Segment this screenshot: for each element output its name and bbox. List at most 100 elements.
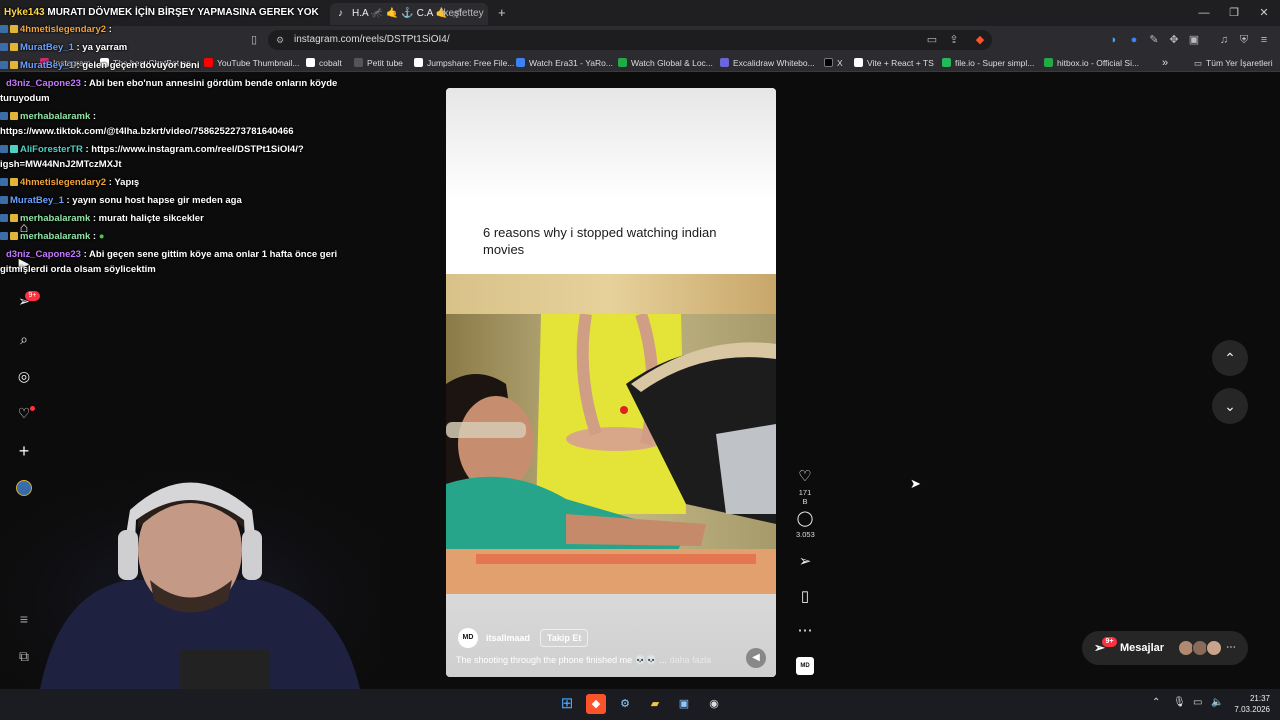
bookmark-item[interactable]: Petit tube: [354, 56, 403, 70]
close-window-button[interactable]: ✕: [1248, 0, 1280, 26]
brave-shields-icon[interactable]: ◆: [972, 32, 988, 48]
clock-date: 7.03.2026: [1234, 705, 1270, 714]
extensions-puzzle-icon[interactable]: ✥: [1166, 32, 1182, 48]
chat-message-cont: turuyodum: [0, 92, 337, 105]
brave-browser-icon[interactable]: ◆: [586, 694, 606, 714]
avatar: [1206, 640, 1222, 656]
previous-reel-button[interactable]: ⌃: [1212, 340, 1248, 376]
chat-text: : Yapış: [108, 177, 140, 188]
extension-vpn-icon[interactable]: ●: [1126, 32, 1142, 48]
extension-pen-icon[interactable]: ✎: [1146, 32, 1162, 48]
new-tab-button[interactable]: +: [498, 5, 506, 20]
clock[interactable]: 21:37 7.03.2026: [1226, 693, 1270, 715]
share-action[interactable]: ➢: [796, 553, 814, 571]
chat-badge-icon: [10, 43, 18, 51]
bookmark-label: X: [837, 58, 843, 68]
bookmark-label: Excalidraw Whitebo...: [733, 58, 815, 68]
chat-text: :: [108, 24, 112, 35]
chat-badge-icon: [0, 196, 8, 204]
media-icon[interactable]: ♫: [1216, 32, 1232, 48]
follow-button[interactable]: Takip Et: [540, 629, 589, 647]
reel-blur-strip: [446, 274, 776, 314]
messages-badge: 9+: [1102, 637, 1117, 647]
more-link[interactable]: daha fazla: [670, 655, 712, 665]
display-icon[interactable]: ▭: [1193, 697, 1202, 708]
comment-action[interactable]: ◯ 3.053: [796, 510, 815, 539]
maximize-button[interactable]: ❐: [1218, 0, 1250, 26]
bookmark-item[interactable]: Vite + React + TS: [854, 56, 934, 70]
comment-count: 3.053: [796, 530, 815, 539]
app-icon[interactable]: ▣: [674, 694, 694, 714]
bookmark-item[interactable]: Watch Global & Loc...: [618, 56, 713, 70]
comment-icon[interactable]: ◯: [796, 510, 814, 528]
minimize-button[interactable]: —: [1188, 0, 1220, 26]
tab-second[interactable]: #keşfettey: [430, 3, 490, 25]
sidebar-toggle-icon[interactable]: ▣: [1186, 32, 1202, 48]
chat-message: merhabalaramk : ●: [0, 230, 337, 243]
bookmark-label: Jumpshare: Free File...: [427, 58, 515, 68]
messages-button[interactable]: ➢ 9+ Mesajlar ⋯: [1082, 631, 1248, 665]
url-field[interactable]: ⚙ instagram.com/reels/DSTPt1SiOI4/: [268, 30, 992, 50]
like-heart-icon[interactable]: ♡: [796, 468, 814, 486]
chat-message-cont: gitmişlerdi orda olsam söylicektim: [0, 263, 337, 276]
webcam-overlay: [0, 470, 380, 689]
tab-label: #keşfettey: [438, 8, 484, 19]
bookmark-label: Petit tube: [367, 58, 403, 68]
save-action[interactable]: ▯: [796, 588, 814, 606]
volume-tray-icon[interactable]: 🔈: [1211, 697, 1223, 708]
bookmark-item[interactable]: X: [824, 56, 843, 70]
bookmark-item[interactable]: hitbox.io - Official Si...: [1044, 56, 1139, 70]
tiktok-icon: ♪: [338, 8, 343, 19]
movie-scene-image: [446, 314, 776, 594]
bookmarks-more-button[interactable]: »: [1162, 56, 1168, 70]
more-options[interactable]: ⋯: [796, 622, 814, 640]
bookmark-item[interactable]: file.io - Super simpl...: [942, 56, 1034, 70]
chat-text: : ya yarram: [76, 42, 128, 53]
cast-icon[interactable]: ▭: [924, 32, 940, 48]
create-icon[interactable]: +: [15, 442, 33, 460]
chat-username: d3niz_Capone23: [6, 78, 81, 89]
steam-icon[interactable]: ⚙: [615, 694, 635, 714]
chat-message-cont: https://www.tiktok.com/@t4lha.bzkrt/vide…: [0, 125, 337, 138]
file-explorer-icon[interactable]: ▰: [645, 694, 665, 714]
tray-chevron-icon[interactable]: ⌃: [1152, 697, 1160, 708]
bookmark-favicon-icon: [1044, 58, 1053, 67]
share-icon[interactable]: ⇪: [946, 32, 962, 48]
extension-icon[interactable]: ◗: [1106, 32, 1122, 48]
chat-badge-icon: [10, 214, 18, 222]
bookmark-label: Watch Era31 - YaRo...: [529, 58, 613, 68]
explore-icon[interactable]: ◎: [15, 367, 33, 385]
next-reel-button[interactable]: ⌄: [1212, 388, 1248, 424]
account-name[interactable]: itsallmaad: [486, 633, 530, 643]
bookmark-favicon-icon: [414, 58, 423, 67]
more-dots-icon[interactable]: ⋯: [796, 622, 814, 640]
chat-text: turuyodum: [0, 93, 50, 104]
bookmark-item[interactable]: Watch Era31 - YaRo...: [516, 56, 613, 70]
bookmark-label: Watch Global & Loc...: [631, 58, 713, 68]
chat-text: : yayın sonu host hapse gir meden aga: [66, 195, 242, 206]
mouse-cursor-icon: ➤: [910, 476, 921, 491]
all-bookmarks-button[interactable]: ▭ Tüm Yer İşaretleri: [1194, 56, 1273, 70]
send-icon[interactable]: ➢: [796, 553, 814, 571]
save-bookmark-icon[interactable]: ▯: [796, 588, 814, 606]
chat-username: merhabalaramk: [20, 231, 91, 242]
reel-video[interactable]: 6 reasons why i stopped watching indian …: [446, 88, 776, 677]
obs-icon[interactable]: ◉: [704, 694, 724, 714]
bookmark-item[interactable]: Jumpshare: Free File...: [414, 56, 514, 70]
chat-badge-icon: [0, 145, 8, 153]
chat-username: MuratBey_1: [20, 42, 74, 53]
vpn-shield-icon[interactable]: ⛨: [1236, 32, 1252, 48]
volume-icon[interactable]: ◀: [746, 648, 766, 668]
bookmark-favicon-icon: [516, 58, 525, 67]
audio-avatar[interactable]: MD: [796, 657, 814, 675]
search-icon[interactable]: ⌕: [15, 330, 33, 348]
chat-message: MuratBey_1 : yayın sonu host hapse gir m…: [0, 194, 337, 207]
like-action[interactable]: ♡ 171 B: [796, 468, 814, 506]
windows-start-icon[interactable]: ⊞: [557, 694, 577, 714]
microphone-icon[interactable]: 🎙: [1173, 697, 1186, 708]
chat-message-cont: igsh=MW44NnJ2MTczMXJt: [0, 158, 337, 171]
bookmark-item[interactable]: Excalidraw Whitebo...: [720, 56, 815, 70]
more-dots-icon: ⋯: [1226, 642, 1236, 653]
menu-icon[interactable]: ≡: [1256, 32, 1272, 48]
account-avatar[interactable]: MD: [458, 628, 478, 648]
